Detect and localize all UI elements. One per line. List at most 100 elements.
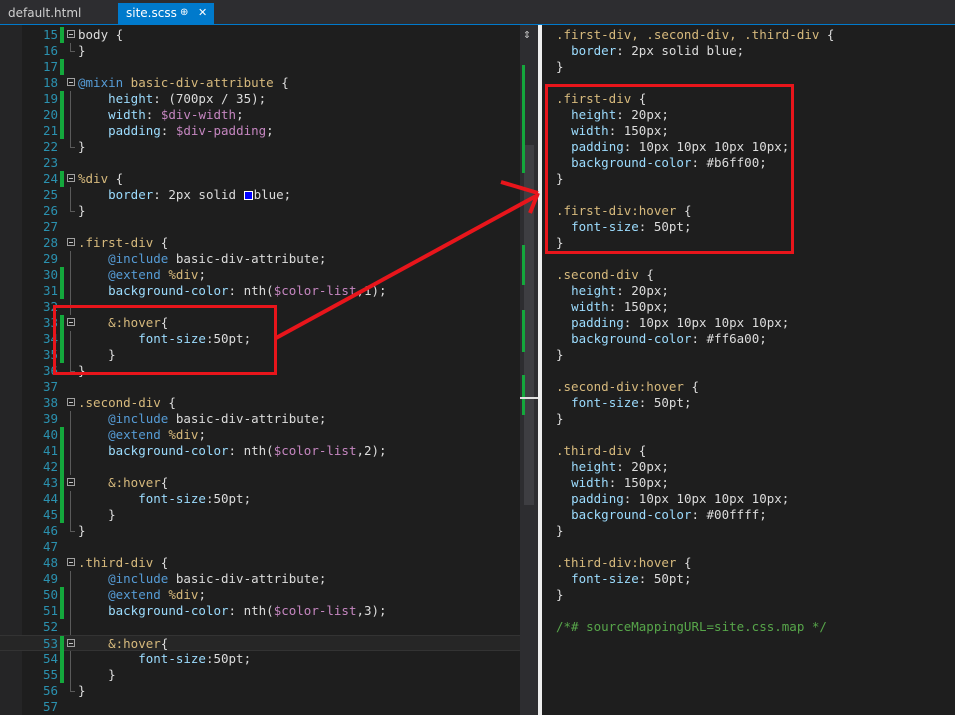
code-line[interactable]: 42 bbox=[0, 459, 520, 475]
code-line[interactable]: 57 bbox=[0, 699, 520, 715]
code-line[interactable]: 45 } bbox=[0, 507, 520, 523]
code-line[interactable]: 25 border: 2px solid blue; bbox=[0, 187, 520, 203]
css-line[interactable]: background-color: #00ffff; bbox=[556, 507, 767, 523]
css-line[interactable]: /*# sourceMappingURL=site.css.map */ bbox=[556, 619, 827, 635]
code-line[interactable]: 31 background-color: nth($color-list,1); bbox=[0, 283, 520, 299]
css-line[interactable]: } bbox=[556, 523, 564, 539]
split-handle-icon[interactable]: ⇕ bbox=[523, 27, 531, 42]
css-line[interactable]: } bbox=[556, 347, 564, 363]
css-line[interactable]: .second-div { bbox=[556, 267, 654, 283]
css-line[interactable]: .second-div:hover { bbox=[556, 379, 699, 395]
change-marker bbox=[60, 507, 64, 523]
css-line[interactable]: height: 20px; bbox=[556, 283, 669, 299]
css-line[interactable]: font-size: 50pt; bbox=[556, 571, 691, 587]
code-line[interactable]: 38 .second-div { bbox=[0, 395, 520, 411]
code-token: @extend bbox=[108, 427, 161, 442]
code-line[interactable]: 26} bbox=[0, 203, 520, 219]
code-line[interactable]: 15 body { bbox=[0, 27, 520, 43]
line-number: 38 bbox=[42, 395, 58, 410]
editor-vertical-scrollbar[interactable]: ⇕ bbox=[520, 25, 538, 715]
code-line[interactable]: 40 @extend %div; bbox=[0, 427, 520, 443]
collapse-icon[interactable] bbox=[67, 174, 75, 182]
outline-guide bbox=[70, 651, 71, 667]
code-line[interactable]: 41 background-color: nth($color-list,2); bbox=[0, 443, 520, 459]
css-line[interactable]: .third-div { bbox=[556, 443, 646, 459]
code-line[interactable]: 18 @mixin basic-div-attribute { bbox=[0, 75, 520, 91]
code-line[interactable]: 24 %div { bbox=[0, 171, 520, 187]
code-token: : nth( bbox=[228, 603, 274, 618]
code-line[interactable]: 48 .third-div { bbox=[0, 555, 520, 571]
scrollbar-thumb[interactable] bbox=[524, 145, 534, 505]
code-token: background-color bbox=[108, 603, 229, 618]
collapse-icon[interactable] bbox=[67, 78, 75, 86]
code-token: blue; bbox=[253, 187, 292, 202]
collapse-icon[interactable] bbox=[67, 558, 75, 566]
code-line[interactable]: 28 .first-div { bbox=[0, 235, 520, 251]
line-number: 23 bbox=[42, 155, 58, 170]
tab-default-html[interactable]: default.html bbox=[0, 3, 112, 24]
code-line[interactable]: 46} bbox=[0, 523, 520, 539]
code-token: } bbox=[556, 59, 564, 74]
code-line[interactable]: 47 bbox=[0, 539, 520, 555]
css-line[interactable]: padding: 10px 10px 10px 10px; bbox=[556, 491, 789, 507]
line-number: 47 bbox=[42, 539, 58, 554]
code-line[interactable]: 50 @extend %div; bbox=[0, 587, 520, 603]
pin-icon[interactable]: ⊕ bbox=[180, 3, 188, 23]
outline-guide bbox=[70, 411, 71, 427]
code-line[interactable]: 21 padding: $div-padding; bbox=[0, 123, 520, 139]
code-line[interactable]: 44 font-size:50pt; bbox=[0, 491, 520, 507]
code-token: .second-div bbox=[556, 267, 639, 282]
code-text: height: (700px / 35); bbox=[78, 91, 266, 107]
css-line[interactable]: background-color: #ff6a00; bbox=[556, 331, 767, 347]
line-number: 37 bbox=[42, 379, 58, 394]
collapse-icon[interactable] bbox=[67, 238, 75, 246]
code-line[interactable]: 43 &:hover{ bbox=[0, 475, 520, 491]
collapse-icon[interactable] bbox=[67, 639, 75, 647]
code-line[interactable]: 55 } bbox=[0, 667, 520, 683]
css-line[interactable]: .third-div:hover { bbox=[556, 555, 691, 571]
css-line[interactable]: .first-div, .second-div, .third-div { bbox=[556, 27, 834, 43]
code-token: background-color bbox=[108, 283, 229, 298]
css-line[interactable]: } bbox=[556, 411, 564, 427]
code-line[interactable]: 16} bbox=[0, 43, 520, 59]
code-line[interactable]: 19 height: (700px / 35); bbox=[0, 91, 520, 107]
tab-site-scss[interactable]: site.scss ⊕ ✕ bbox=[118, 3, 214, 24]
code-line[interactable]: 37 bbox=[0, 379, 520, 395]
css-line[interactable]: width: 150px; bbox=[556, 475, 669, 491]
css-line[interactable]: border: 2px solid blue; bbox=[556, 43, 744, 59]
code-line[interactable]: 17 bbox=[0, 59, 520, 75]
code-line[interactable]: 53 &:hover{ bbox=[0, 635, 520, 652]
code-line[interactable]: 52 bbox=[0, 619, 520, 635]
code-token: } bbox=[78, 203, 86, 218]
collapse-icon[interactable] bbox=[67, 30, 75, 38]
css-line[interactable]: width: 150px; bbox=[556, 299, 669, 315]
code-line[interactable]: 39 @include basic-div-attribute; bbox=[0, 411, 520, 427]
css-line[interactable]: } bbox=[556, 587, 564, 603]
code-line[interactable]: 54 font-size:50pt; bbox=[0, 651, 520, 667]
css-line[interactable]: padding: 10px 10px 10px 10px; bbox=[556, 315, 789, 331]
collapse-icon[interactable] bbox=[67, 398, 75, 406]
code-line[interactable]: 22} bbox=[0, 139, 520, 155]
code-line[interactable]: 30 @extend %div; bbox=[0, 267, 520, 283]
line-number: 44 bbox=[42, 491, 58, 506]
css-line[interactable]: font-size: 50pt; bbox=[556, 395, 691, 411]
code-line[interactable]: 51 background-color: nth($color-list,3); bbox=[0, 603, 520, 619]
code-line[interactable]: 56} bbox=[0, 683, 520, 699]
code-token: font-size bbox=[138, 491, 206, 506]
code-token: : nth( bbox=[228, 283, 274, 298]
code-line[interactable]: 20 width: $div-width; bbox=[0, 107, 520, 123]
color-swatch-blue[interactable] bbox=[243, 191, 253, 200]
code-token: .third-div:hover bbox=[556, 555, 677, 570]
outline-guide bbox=[70, 459, 71, 475]
css-line[interactable]: } bbox=[556, 59, 564, 75]
code-line[interactable]: 49 @include basic-div-attribute; bbox=[0, 571, 520, 587]
css-line[interactable]: height: 20px; bbox=[556, 459, 669, 475]
code-line[interactable]: 23 bbox=[0, 155, 520, 171]
collapse-icon[interactable] bbox=[67, 478, 75, 486]
code-text: @extend %div; bbox=[78, 427, 206, 443]
code-line[interactable]: 27 bbox=[0, 219, 520, 235]
code-line[interactable]: 29 @include basic-div-attribute; bbox=[0, 251, 520, 267]
close-icon[interactable]: ✕ bbox=[198, 3, 207, 23]
